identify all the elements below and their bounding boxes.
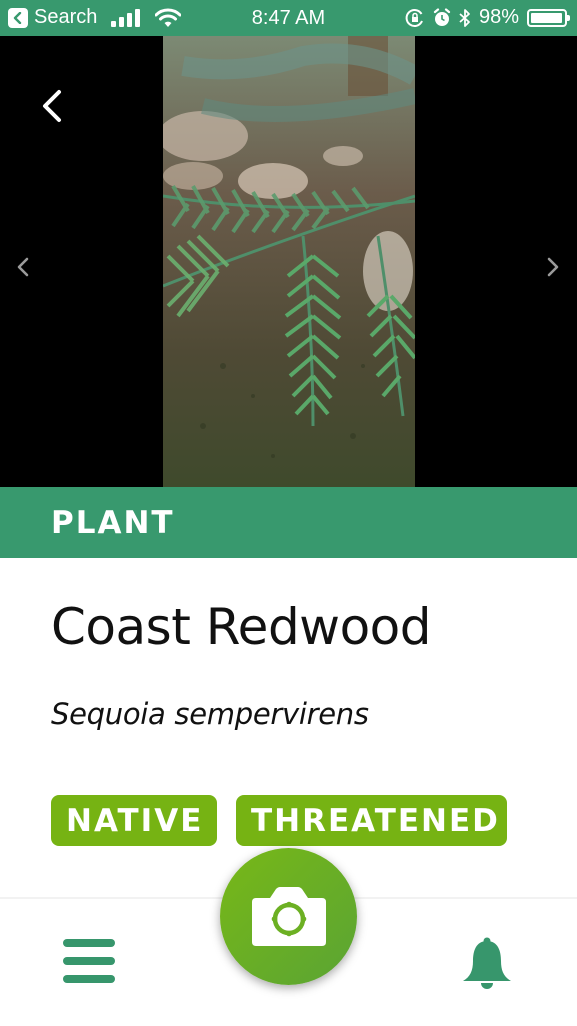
notifications-button[interactable] — [458, 935, 516, 993]
tag-threatened: THREATENED — [236, 795, 507, 846]
orientation-lock-icon — [405, 8, 423, 27]
chevron-left-icon — [43, 90, 61, 122]
chevron-left-icon — [17, 257, 29, 277]
alarm-icon — [433, 7, 451, 26]
common-name: Coast Redwood — [51, 598, 432, 656]
bluetooth-icon — [459, 8, 470, 27]
hamburger-menu-icon-line — [63, 975, 115, 983]
battery-level-fill — [531, 12, 563, 23]
scientific-name: Sequoia sempervirens — [51, 697, 369, 731]
hamburger-menu-icon-line — [63, 957, 115, 965]
bell-icon — [463, 937, 511, 989]
status-tags: NATIVE THREATENED — [51, 795, 507, 846]
redwood-photo-illustration — [163, 36, 415, 487]
menu-button[interactable] — [63, 939, 115, 987]
next-photo-button[interactable] — [540, 252, 566, 282]
status-bar: Search 8:47 AM 98% — [0, 0, 577, 36]
back-button[interactable] — [30, 84, 74, 128]
chevron-right-icon — [547, 257, 559, 277]
camera-icon — [251, 886, 326, 946]
tag-native: NATIVE — [51, 795, 217, 846]
battery-icon — [527, 8, 570, 27]
species-photo[interactable] — [163, 36, 415, 487]
status-right: 98% — [405, 6, 570, 29]
camera-button[interactable] — [220, 848, 357, 985]
previous-photo-button[interactable] — [10, 252, 36, 282]
photo-gallery[interactable] — [0, 36, 577, 487]
hamburger-menu-icon-line — [63, 939, 115, 947]
category-label: PLANT — [51, 505, 175, 541]
category-band: PLANT — [0, 487, 577, 558]
battery-percent: 98% — [478, 6, 519, 28]
